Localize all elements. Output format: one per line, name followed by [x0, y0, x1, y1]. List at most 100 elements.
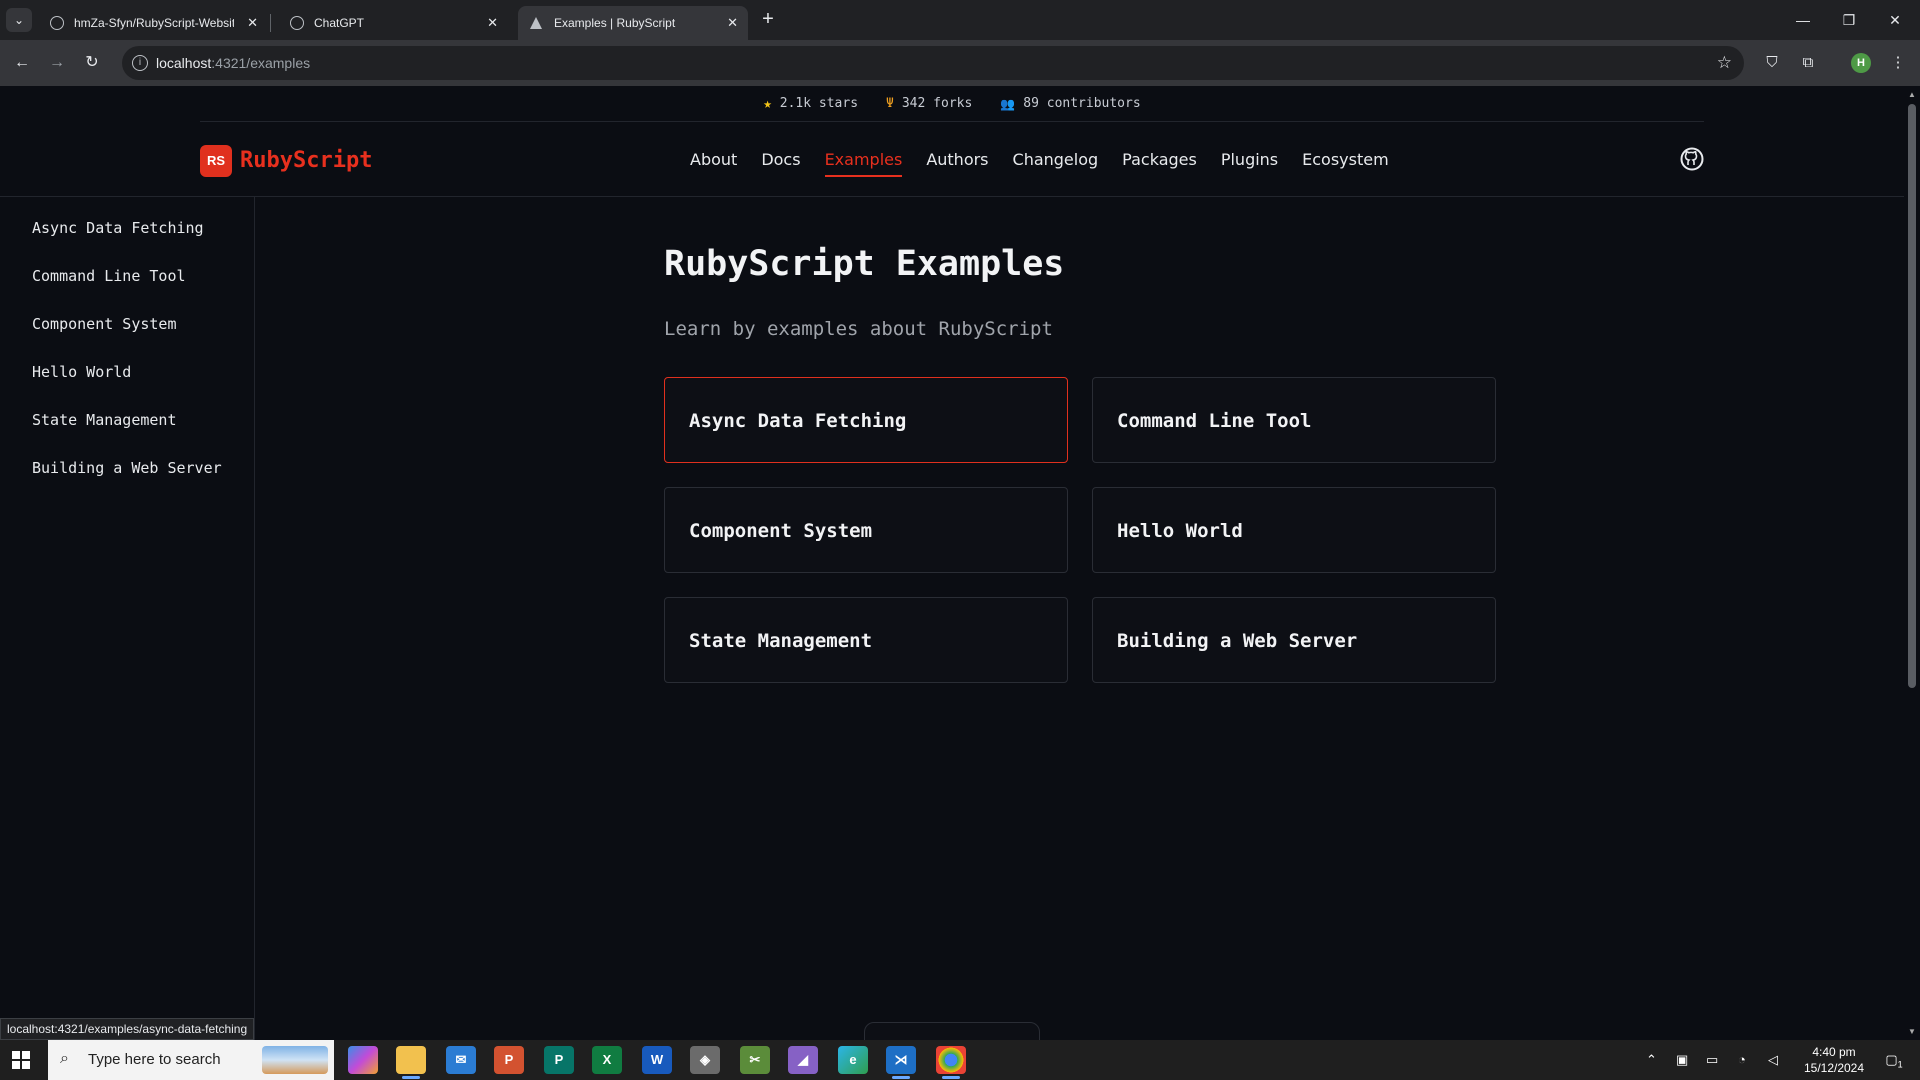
reload-icon[interactable]: ↻: [80, 51, 104, 75]
minimize-icon[interactable]: —: [1780, 0, 1826, 40]
sidebar-item-component-system[interactable]: Component System: [32, 315, 177, 333]
wifi-icon[interactable]: ◔: [1738, 1040, 1746, 1080]
nav-plugins[interactable]: Plugins: [1221, 150, 1278, 169]
site-info-icon[interactable]: i: [132, 55, 148, 71]
github-icon[interactable]: [1680, 147, 1704, 171]
volume-icon[interactable]: ◁: [1768, 1040, 1778, 1080]
browser-tab-bar: ⌄ hmZa-Sfyn/RubyScript-Website ✕ ChatGPT…: [0, 0, 1920, 40]
search-highlight-image: [262, 1046, 328, 1074]
nav-packages[interactable]: Packages: [1122, 150, 1197, 169]
card-label: Async Data Fetching: [689, 410, 907, 432]
close-icon[interactable]: ✕: [247, 6, 258, 40]
forks-stat[interactable]: Ψ 342 forks: [886, 96, 972, 111]
page-scrollbar[interactable]: ▲ ▼: [1904, 86, 1920, 1040]
site-header: RS RubyScript About Docs Examples Author…: [0, 122, 1904, 197]
card-label: Hello World: [1117, 520, 1243, 542]
close-window-icon[interactable]: ✕: [1872, 0, 1918, 40]
nav-changelog[interactable]: Changelog: [1013, 150, 1099, 169]
search-icon: ⌕: [60, 1050, 69, 1067]
word-app-icon[interactable]: W: [642, 1046, 672, 1074]
scroll-up-arrow-icon[interactable]: ▲: [1908, 90, 1916, 99]
clock-date: 15/12/2024: [1803, 1061, 1865, 1075]
notifications-icon[interactable]: ▢1: [1880, 1040, 1908, 1080]
windows-start-icon[interactable]: [12, 1051, 30, 1069]
copilot-app-icon[interactable]: [348, 1046, 378, 1074]
star-icon: ★: [763, 95, 772, 112]
fork-icon: Ψ: [886, 96, 894, 111]
tray-meet-icon[interactable]: ▣: [1676, 1040, 1688, 1080]
vscode-app-icon[interactable]: ⋊: [886, 1046, 916, 1079]
github-favicon-icon: [50, 16, 64, 30]
tab-title: Examples | RubyScript: [554, 16, 676, 30]
sidebar-item-building-a-web-server[interactable]: Building a Web Server: [32, 459, 222, 477]
mail-app-icon[interactable]: ✉: [446, 1046, 476, 1074]
browser-tab-github[interactable]: hmZa-Sfyn/RubyScript-Website ✕: [38, 6, 268, 40]
address-url[interactable]: localhost:4321/examples: [156, 46, 310, 80]
battery-icon[interactable]: ▭: [1706, 1040, 1718, 1080]
excel-app-icon[interactable]: X: [592, 1046, 622, 1074]
examples-sidebar: Async Data Fetching Command Line Tool Co…: [0, 197, 255, 1040]
sidebar-item-state-management[interactable]: State Management: [32, 411, 177, 429]
profile-avatar[interactable]: H: [1851, 53, 1871, 73]
dev-toolbar[interactable]: [864, 1022, 1040, 1040]
nav-authors[interactable]: Authors: [926, 150, 988, 169]
nav-examples[interactable]: Examples: [824, 150, 902, 177]
stars-count: 2.1k stars: [779, 96, 859, 111]
extensions-puzzle-icon[interactable]: ⧉: [1796, 51, 1820, 75]
chrome-app-icon[interactable]: [936, 1046, 966, 1079]
taskbar-clock[interactable]: 4:40 pm 15/12/2024: [1800, 1044, 1868, 1076]
page-subtitle: Learn by examples about RubyScript: [664, 318, 1053, 340]
tab-search-button[interactable]: ⌄: [6, 8, 32, 32]
example-card-state-management[interactable]: State Management: [664, 597, 1068, 683]
close-icon[interactable]: ✕: [487, 6, 498, 40]
notification-count: 1: [1897, 1059, 1903, 1070]
menu-kebab-icon[interactable]: ⋮: [1886, 51, 1910, 75]
scroll-thumb[interactable]: [1908, 104, 1916, 688]
logo-badge[interactable]: RS: [200, 145, 232, 177]
publisher-app-icon[interactable]: P: [544, 1046, 574, 1074]
page-viewport: ★ 2.1k stars Ψ 342 forks 👥 89 contributo…: [0, 86, 1904, 1040]
bookmark-star-icon[interactable]: ☆: [1717, 46, 1732, 80]
example-card-building-a-web-server[interactable]: Building a Web Server: [1092, 597, 1496, 683]
3d-app-icon[interactable]: ◈: [690, 1046, 720, 1074]
file-explorer-app-icon[interactable]: [396, 1046, 426, 1079]
shield-extension-icon[interactable]: ⛉: [1760, 51, 1784, 75]
example-card-hello-world[interactable]: Hello World: [1092, 487, 1496, 573]
example-card-async-data-fetching[interactable]: Async Data Fetching: [664, 377, 1068, 463]
visual-studio-app-icon[interactable]: ◢: [788, 1046, 818, 1074]
example-card-component-system[interactable]: Component System: [664, 487, 1068, 573]
address-bar[interactable]: i localhost:4321/examples ☆: [122, 46, 1744, 80]
browser-tab-chatgpt[interactable]: ChatGPT ✕: [278, 6, 508, 40]
tray-overflow-chevron-icon[interactable]: ⌃: [1646, 1040, 1657, 1080]
sidebar-item-async-data-fetching[interactable]: Async Data Fetching: [32, 219, 204, 237]
chatgpt-favicon-icon: [290, 16, 304, 30]
sidebar-item-hello-world[interactable]: Hello World: [32, 363, 131, 381]
tab-title: hmZa-Sfyn/RubyScript-Website: [74, 16, 234, 30]
nav-ecosystem[interactable]: Ecosystem: [1302, 150, 1389, 169]
forks-count: 342 forks: [901, 96, 973, 111]
clock-time: 4:40 pm: [1812, 1045, 1856, 1059]
edge-app-icon[interactable]: e: [838, 1046, 868, 1074]
stars-stat[interactable]: ★ 2.1k stars: [763, 96, 858, 112]
snipping-tool-app-icon[interactable]: ✂: [740, 1046, 770, 1074]
sidebar-item-command-line-tool[interactable]: Command Line Tool: [32, 267, 186, 285]
new-tab-button[interactable]: +: [756, 8, 780, 32]
forward-icon[interactable]: →: [45, 51, 69, 75]
card-label: Building a Web Server: [1117, 630, 1358, 652]
tab-title: ChatGPT: [314, 16, 365, 30]
search-placeholder: Type here to search: [88, 1051, 221, 1068]
browser-tab-examples[interactable]: Examples | RubyScript ✕: [518, 6, 748, 40]
link-status-url: localhost:4321/examples/async-data-fetch…: [0, 1018, 255, 1040]
example-card-command-line-tool[interactable]: Command Line Tool: [1092, 377, 1496, 463]
scroll-down-arrow-icon[interactable]: ▼: [1908, 1027, 1916, 1036]
nav-docs[interactable]: Docs: [761, 150, 800, 169]
main-nav: About Docs Examples Authors Changelog Pa…: [690, 122, 1389, 197]
nav-about[interactable]: About: [690, 150, 737, 169]
back-icon[interactable]: ←: [10, 51, 34, 75]
taskbar-search-box[interactable]: ⌕ Type here to search: [48, 1040, 334, 1080]
site-logo-text[interactable]: RubyScript: [240, 144, 372, 178]
contributors-stat[interactable]: 👥 89 contributors: [1000, 96, 1140, 111]
restore-icon[interactable]: ❐: [1826, 0, 1872, 40]
powerpoint-app-icon[interactable]: P: [494, 1046, 524, 1074]
close-icon[interactable]: ✕: [727, 6, 738, 40]
